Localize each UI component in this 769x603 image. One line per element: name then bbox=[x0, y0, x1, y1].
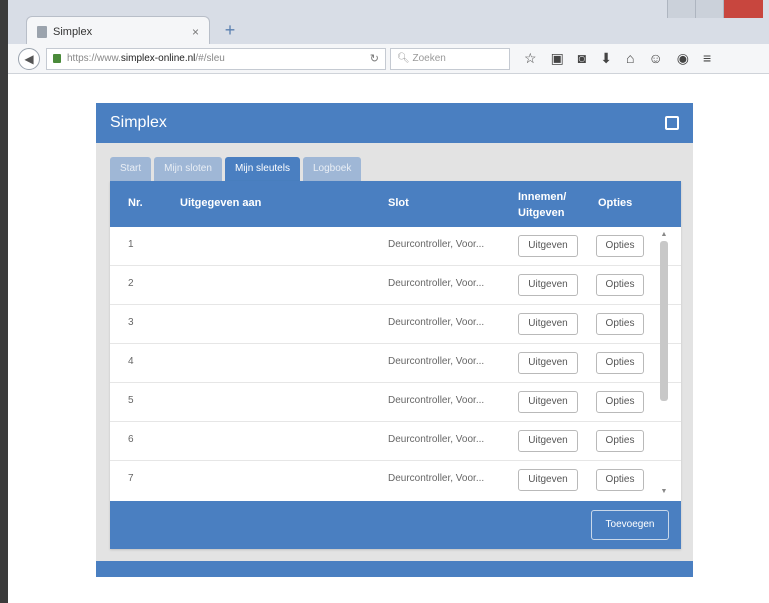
table-footer: Toevoegen bbox=[110, 501, 681, 549]
home-icon[interactable]: ⌂ bbox=[626, 50, 634, 67]
row-nr: 6 bbox=[128, 434, 134, 445]
app-tabs: Start Mijn sloten Mijn sleutels Logboek bbox=[110, 157, 362, 181]
table-row: 6 Deurcontroller, Voor... Uitgeven Optie… bbox=[110, 422, 681, 461]
download-icon[interactable]: ⬇ bbox=[600, 50, 612, 67]
browser-tab[interactable]: Simplex × bbox=[26, 16, 210, 46]
table-header: Nr. Uitgegeven aan Slot Innemen/ Uitgeve… bbox=[110, 181, 681, 227]
issue-button[interactable]: Uitgeven bbox=[518, 313, 578, 335]
logout-icon[interactable] bbox=[665, 116, 679, 130]
scroll-down-icon[interactable]: ▼ bbox=[660, 488, 668, 496]
search-placeholder: Zoeken bbox=[412, 53, 446, 64]
table-row: 7 Deurcontroller, Voor... Uitgeven Optie… bbox=[110, 461, 681, 497]
issue-button[interactable]: Uitgeven bbox=[518, 274, 578, 296]
url-suffix: /#/sleu bbox=[195, 53, 225, 64]
row-nr: 2 bbox=[128, 278, 134, 289]
row-lock: Deurcontroller, Voor... bbox=[388, 434, 485, 445]
close-window-button[interactable] bbox=[723, 0, 763, 18]
table-row: 4 Deurcontroller, Voor... Uitgeven Optie… bbox=[110, 344, 681, 383]
table-row: 1 Deurcontroller, Voor... Uitgeven Optie… bbox=[110, 227, 681, 266]
back-arrow-icon[interactable]: ◀ bbox=[18, 47, 40, 70]
tab-logboek[interactable]: Logboek bbox=[302, 157, 362, 181]
row-lock: Deurcontroller, Voor... bbox=[388, 239, 485, 250]
options-button[interactable]: Opties bbox=[596, 274, 644, 296]
app-bottom-bar bbox=[96, 561, 693, 577]
chat-icon[interactable]: ☺ bbox=[648, 50, 662, 67]
options-button[interactable]: Opties bbox=[596, 430, 644, 452]
scroll-up-icon[interactable]: ▲ bbox=[660, 231, 668, 239]
table-row: 2 Deurcontroller, Voor... Uitgeven Optie… bbox=[110, 266, 681, 305]
header-issued-to: Uitgegeven aan bbox=[180, 197, 262, 209]
issue-button[interactable]: Uitgeven bbox=[518, 430, 578, 452]
search-input[interactable]: 🔍︎ Zoeken bbox=[390, 47, 510, 70]
table-scrollbar[interactable]: ▲ ▼ bbox=[659, 231, 669, 496]
lock-icon bbox=[53, 54, 61, 63]
table-row: 3 Deurcontroller, Voor... Uitgeven Optie… bbox=[110, 305, 681, 344]
url-domain: simplex-online.nl bbox=[120, 53, 196, 64]
maximize-button[interactable] bbox=[695, 0, 723, 18]
row-nr: 3 bbox=[128, 317, 134, 328]
browser-tab-title: Simplex bbox=[53, 25, 93, 38]
browser-nav-bar: ◀ https://www. simplex-online.nl /#/sleu… bbox=[8, 44, 769, 74]
options-button[interactable]: Opties bbox=[596, 235, 644, 257]
table-row: 5 Deurcontroller, Voor... Uitgeven Optie… bbox=[110, 383, 681, 422]
header-options: Opties bbox=[598, 197, 633, 209]
row-nr: 7 bbox=[128, 473, 134, 484]
tab-mijn-sloten[interactable]: Mijn sloten bbox=[154, 157, 222, 181]
menu-icon[interactable]: ≡ bbox=[703, 50, 711, 67]
keys-table-card: Nr. Uitgegeven aan Slot Innemen/ Uitgeve… bbox=[110, 181, 681, 549]
row-lock: Deurcontroller, Voor... bbox=[388, 278, 485, 289]
url-prefix: https://www. bbox=[67, 53, 121, 64]
close-tab-icon[interactable]: × bbox=[192, 25, 199, 39]
row-nr: 4 bbox=[128, 356, 134, 367]
row-lock: Deurcontroller, Voor... bbox=[388, 395, 485, 406]
header-nr: Nr. bbox=[128, 197, 143, 209]
row-lock: Deurcontroller, Voor... bbox=[388, 317, 485, 328]
issue-button[interactable]: Uitgeven bbox=[518, 469, 578, 491]
row-nr: 1 bbox=[128, 239, 134, 250]
app-header: Simplex bbox=[96, 103, 693, 143]
options-button[interactable]: Opties bbox=[596, 313, 644, 335]
browser-toolbar-icons: ☆ ▣ ◙ ⬇ ⌂ ☺ ◉ ≡ bbox=[524, 50, 711, 67]
issue-button[interactable]: Uitgeven bbox=[518, 235, 578, 257]
window-controls bbox=[667, 0, 763, 18]
row-lock: Deurcontroller, Voor... bbox=[388, 356, 485, 367]
row-lock: Deurcontroller, Voor... bbox=[388, 473, 485, 484]
options-button[interactable]: Opties bbox=[596, 352, 644, 374]
bookmark-star-icon[interactable]: ☆ bbox=[524, 50, 537, 67]
header-lock: Slot bbox=[388, 197, 409, 209]
desktop-edge bbox=[0, 0, 8, 603]
options-button[interactable]: Opties bbox=[596, 391, 644, 413]
reload-icon[interactable]: ↻ bbox=[370, 52, 379, 65]
app-title: Simplex bbox=[110, 114, 167, 131]
search-icon: 🔍︎ bbox=[397, 53, 410, 64]
extension-icon[interactable]: ◉ bbox=[677, 50, 689, 67]
tab-start[interactable]: Start bbox=[110, 157, 152, 181]
add-button[interactable]: Toevoegen bbox=[591, 510, 669, 540]
scroll-thumb[interactable] bbox=[660, 241, 668, 401]
issue-button[interactable]: Uitgeven bbox=[518, 352, 578, 374]
reading-view-icon[interactable]: ▣ bbox=[551, 50, 564, 67]
header-action-line2: Uitgeven bbox=[518, 207, 565, 219]
new-tab-icon[interactable]: + bbox=[220, 20, 240, 40]
issue-button[interactable]: Uitgeven bbox=[518, 391, 578, 413]
minimize-button[interactable] bbox=[667, 0, 695, 18]
tab-mijn-sleutels[interactable]: Mijn sleutels bbox=[224, 157, 300, 181]
header-action-line1: Innemen/ bbox=[518, 191, 567, 203]
url-bar[interactable]: https://www. simplex-online.nl /#/sleu ↻ bbox=[46, 47, 386, 70]
page-icon bbox=[37, 25, 47, 38]
options-button[interactable]: Opties bbox=[596, 469, 644, 491]
simplex-app: Simplex Start Mijn sloten Mijn sleutels … bbox=[96, 103, 693, 577]
browser-tab-strip: Simplex × + bbox=[8, 0, 769, 46]
pocket-icon[interactable]: ◙ bbox=[578, 50, 586, 67]
row-nr: 5 bbox=[128, 395, 134, 406]
table-body: 1 Deurcontroller, Voor... Uitgeven Optie… bbox=[110, 227, 681, 497]
